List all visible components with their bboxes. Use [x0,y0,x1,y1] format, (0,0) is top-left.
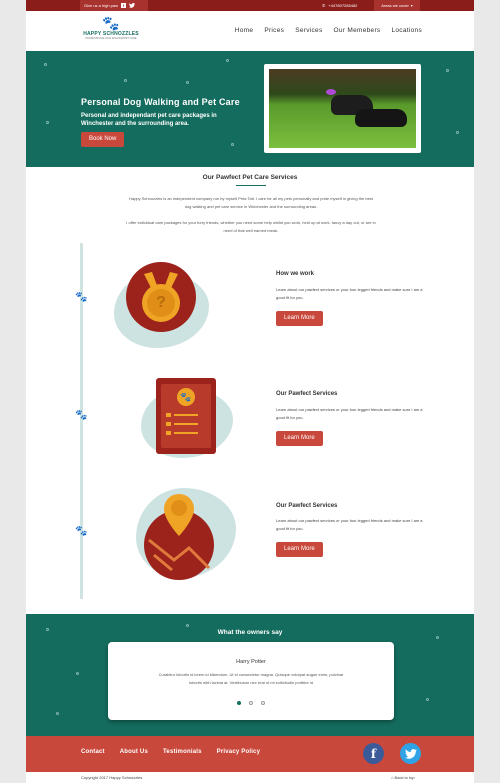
footer-link-about[interactable]: About Us [120,749,148,755]
decor-dot [124,79,127,82]
phone-text: +447807265482 [328,3,358,8]
nav-home[interactable]: Home [235,27,254,34]
dog-toy [326,89,336,95]
paw-logo-icon: 🐾 [102,15,120,31]
nav-services[interactable]: Services [295,27,322,34]
paw-badge-icon: 🐾 [177,388,195,406]
nav-members[interactable]: Our Memebers [334,27,381,34]
logo-tagline: PROFESSIONAL DOG WALKING/PET CARE [85,37,137,40]
hero-subtitle: Personal and independant pet care packag… [81,113,217,127]
services-title: Our Pawfect Pet Care Services [202,174,298,181]
title-underline [236,185,266,186]
footer-links: Contact About Us Testimonials Privacy Po… [81,749,260,755]
carousel-dot[interactable] [237,701,241,705]
dog-shape [355,109,407,127]
service-text: Learn about our pawfect services or your… [276,518,423,531]
footer-link-testimonials[interactable]: Testimonials [163,749,202,755]
testimonials-title: What the owners say [217,629,283,636]
carousel-dots [108,701,394,705]
list-line [174,423,198,425]
services-intro-2: I offer individual care packages for you… [126,220,376,233]
decor-dot [226,59,229,62]
footer-link-contact[interactable]: Contact [81,749,105,755]
paw-icon: 🐾 [75,410,88,421]
decor-dot [186,81,189,84]
areas-dropdown[interactable]: Areas we cover ▾ [374,0,420,11]
decor-dot [456,131,459,134]
main-nav: Home Prices Services Our Memebers Locati… [235,27,422,34]
carousel-dot[interactable] [249,701,253,705]
carousel-dot[interactable] [261,701,265,705]
decor-dot [446,69,449,72]
site-header: 🐾 HAPPY SCHNOZZLES PROFESSIONAL DOG WALK… [26,11,474,49]
book-now-button[interactable]: Book Now [81,132,125,147]
site-footer: Contact About Us Testimonials Privacy Po… [26,736,474,772]
decor-dot [436,636,439,639]
hero-title: Personal Dog Walking and Pet Care [81,97,240,107]
paw-icon: 🐾 [75,526,88,537]
nav-locations[interactable]: Locations [391,27,422,34]
facebook-icon[interactable]: f [121,3,127,8]
phone-number[interactable]: ✆ +447807265482 [322,0,357,11]
twitter-icon[interactable] [400,743,421,764]
map-illustration [136,486,240,582]
decor-dot [186,624,189,627]
services-intro: Happy Schnozzles is an independent compa… [129,196,373,209]
copyright: Copyright 2017 Happy Schnozzles [81,775,143,780]
dogs-photo [269,69,416,148]
question-icon: ? [147,289,175,317]
nav-prices[interactable]: Prices [264,27,284,34]
decor-dot [44,63,47,66]
decor-dot [231,143,234,146]
service-text: Learn about our pawfect services or your… [276,407,423,420]
testimonial-quote: Curabitur lobortis id lorem id bibendum.… [158,672,344,685]
facebook-icon[interactable]: f [363,743,384,764]
decor-dot [426,698,429,701]
back-to-top-label: Back to top [394,775,415,780]
list-bullet [166,431,171,435]
testimonial-author: Harry Potter [236,659,266,665]
document-illustration: 🐾 [141,370,241,460]
areas-label: Areas we cover [381,3,409,8]
twitter-icon[interactable] [129,3,136,8]
social-pill[interactable]: Give us a high paw f [80,0,148,11]
list-bullet [166,413,171,417]
back-to-top-link[interactable]: ⌂ Back to top [391,775,415,780]
decor-dot [76,672,79,675]
top-bar: Give us a high paw f ✆ +447807265482 Are… [26,0,474,11]
social-pill-text: Give us a high paw [84,3,119,8]
learn-more-button[interactable]: Learn More [276,542,323,557]
list-line [174,432,198,434]
testimonial-card: Harry Potter Curabitur lobortis id lorem… [108,642,394,720]
site-logo[interactable]: 🐾 HAPPY SCHNOZZLES PROFESSIONAL DOG WALK… [81,16,141,46]
hero-photo [264,64,421,153]
learn-more-button[interactable]: Learn More [276,311,323,326]
service-title: How we work [276,271,315,277]
decor-dot [56,712,59,715]
service-text: Learn about our pawfect services or your… [276,287,423,300]
footer-link-privacy[interactable]: Privacy Policy [217,749,261,755]
testimonials-section: What the owners say Harry Potter Curabit… [26,614,474,736]
hero-banner: Personal Dog Walking and Pet Care Person… [26,51,474,167]
decor-dot [46,121,49,124]
location-pin-icon [164,494,194,536]
phone-icon: ✆ [322,3,326,8]
list-line [174,414,198,416]
page: Give us a high paw f ✆ +447807265482 Are… [26,0,474,783]
learn-more-button[interactable]: Learn More [276,431,323,446]
list-bullet [166,422,171,426]
service-title: Our Pawfect Services [276,391,338,397]
arrow-up-icon: ⌂ [391,775,394,780]
medal-illustration: ? [114,254,214,350]
chevron-down-icon: ▾ [410,3,413,8]
service-title: Our Pawfect Services [276,503,338,509]
paw-icon: 🐾 [75,292,88,303]
